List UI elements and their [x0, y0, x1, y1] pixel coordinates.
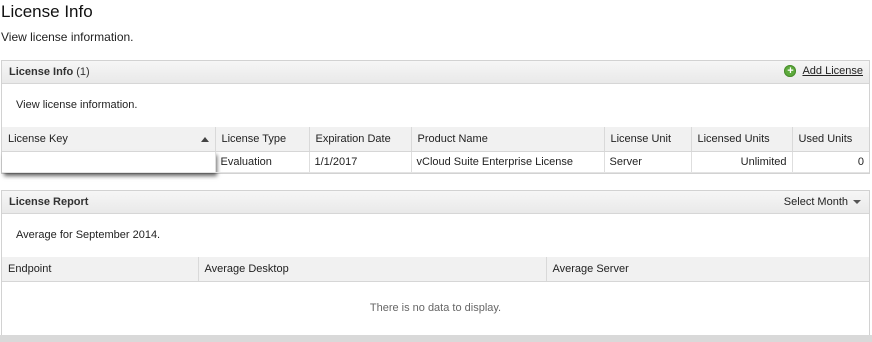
page-subtitle: View license information.	[1, 30, 134, 44]
column-average-server[interactable]: Average Server	[546, 257, 869, 282]
column-license-key[interactable]: License Key	[2, 127, 216, 152]
license-key-cell	[2, 151, 216, 173]
table-row[interactable]: Evaluation 1/1/2017 vCloud Suite Enterpr…	[2, 151, 869, 173]
column-endpoint[interactable]: Endpoint	[2, 257, 199, 282]
chevron-down-icon	[853, 200, 861, 205]
column-expiration-date[interactable]: Expiration Date	[309, 127, 412, 152]
license-table-header: License Key License Type Expiration Date…	[2, 127, 869, 152]
license-info-title-text: License Info	[9, 66, 74, 78]
license-info-title: License Info (1)	[9, 66, 90, 78]
license-info-panel: License Info (1) + Add License View lice…	[1, 60, 870, 174]
license-unit-cell: Server	[604, 151, 692, 173]
column-licensed-units[interactable]: Licensed Units	[691, 127, 793, 152]
column-product-name[interactable]: Product Name	[411, 127, 605, 152]
bottom-scroll-bar	[0, 335, 872, 342]
license-report-table: Endpoint Average Desktop Average Server	[2, 257, 869, 282]
license-report-header-row: Endpoint Average Desktop Average Server	[2, 257, 869, 282]
plus-circle-icon: +	[784, 65, 797, 77]
sort-ascending-icon	[200, 137, 209, 142]
add-license-label: Add License	[802, 65, 863, 77]
column-used-units[interactable]: Used Units	[792, 127, 869, 152]
used-units-cell: 0	[792, 151, 869, 173]
column-license-unit[interactable]: License Unit	[604, 127, 692, 152]
column-license-type[interactable]: License Type	[215, 127, 310, 152]
product-name-cell: vCloud Suite Enterprise License	[411, 151, 605, 173]
license-info-header: License Info (1) + Add License	[2, 61, 869, 84]
license-type-cell: Evaluation	[215, 151, 310, 173]
empty-state-message: There is no data to display.	[369, 302, 502, 314]
license-table: License Key License Type Expiration Date…	[2, 127, 869, 173]
column-average-desktop[interactable]: Average Desktop	[198, 257, 547, 282]
licensed-units-cell: Unlimited	[691, 151, 793, 173]
select-month-dropdown[interactable]: Select Month	[784, 196, 861, 208]
license-count: (1)	[76, 66, 90, 78]
expiration-date-cell: 1/1/2017	[309, 151, 412, 173]
license-report-panel: License Report Select Month Average for …	[1, 190, 870, 336]
license-info-description: View license information.	[16, 99, 138, 111]
license-report-description: Average for September 2014.	[16, 229, 161, 241]
page-title: License Info	[1, 2, 93, 21]
license-report-header: License Report Select Month	[2, 191, 869, 214]
license-report-title: License Report	[9, 196, 89, 208]
add-license-button[interactable]: + Add License	[784, 65, 863, 77]
select-month-label: Select Month	[783, 196, 848, 208]
